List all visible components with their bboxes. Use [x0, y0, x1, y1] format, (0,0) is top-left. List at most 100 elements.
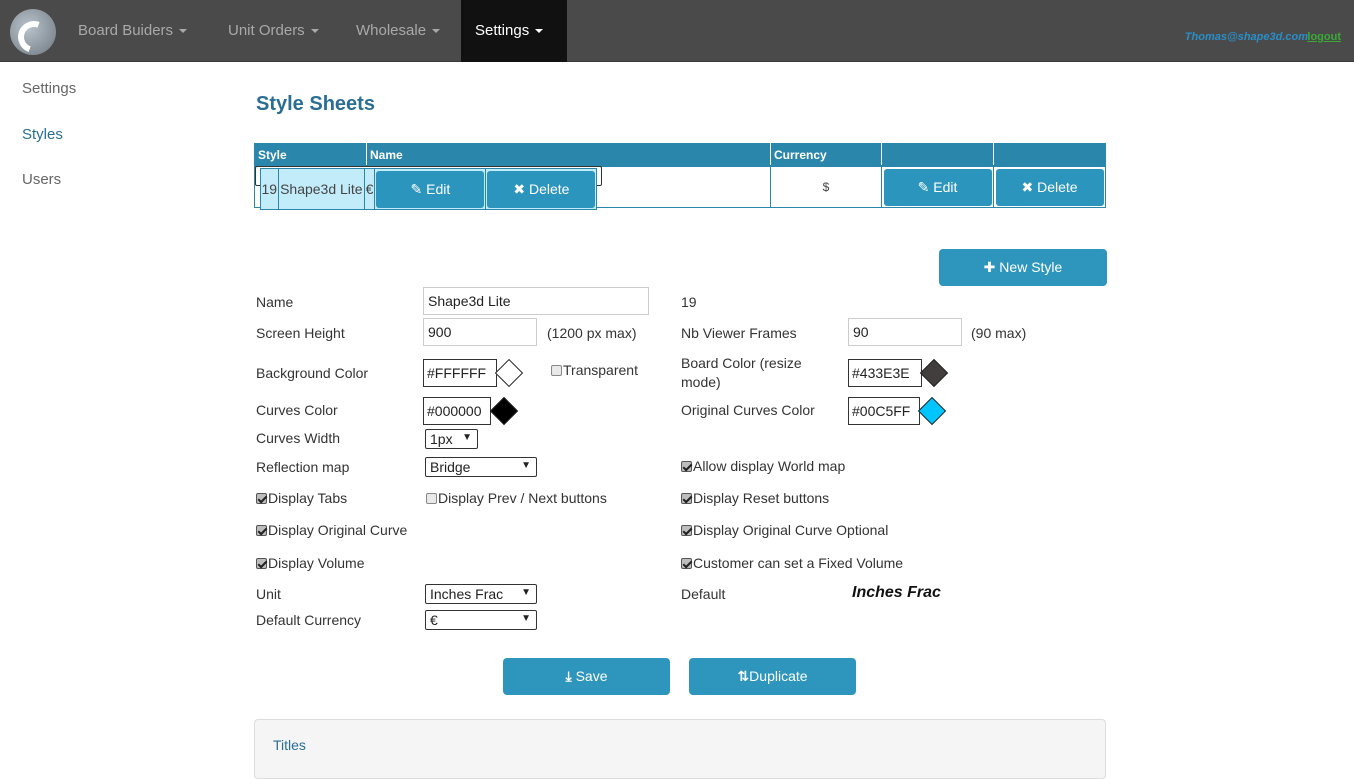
original-curves-color-input[interactable]: #00C5FF — [848, 397, 920, 425]
nav-wholesale[interactable]: Wholesale — [342, 0, 454, 62]
fixed-volume-checkbox[interactable]: Customer can set a Fixed Volume — [681, 555, 903, 571]
logout-link[interactable]: logout — [1307, 0, 1341, 74]
diamond-icon — [494, 358, 524, 388]
display-prev-next-checkbox[interactable]: Display Prev / Next buttons — [426, 490, 607, 506]
top-navbar: Board Buiders Unit Orders Wholesale Sett… — [0, 0, 1354, 62]
display-original-curve-optional-checkbox[interactable]: Display Original Curve Optional — [681, 522, 888, 538]
checkbox-icon — [551, 365, 562, 376]
titles-panel: Titles — [254, 719, 1106, 779]
display-original-curve-optional-label: Display Original Curve Optional — [693, 522, 889, 538]
unit-select[interactable]: Inches Frac ▼ — [425, 584, 537, 604]
cell-name: Shape3d Lite — [278, 168, 365, 210]
table-row[interactable]: 19 Shape3d Lite € ✎ Edit ✖ Delete — [254, 166, 603, 210]
cell-edit: ✎ Edit — [374, 168, 487, 210]
board-color-swatch[interactable] — [919, 358, 949, 388]
checkbox-checked-icon — [681, 558, 692, 569]
display-tabs-label: Display Tabs — [268, 490, 348, 506]
diamond-icon — [919, 358, 949, 388]
display-reset-checkbox[interactable]: Display Reset buttons — [681, 490, 829, 506]
chevron-down-icon — [432, 29, 441, 34]
download-icon: ⤓ — [565, 668, 572, 684]
reflection-map-select[interactable]: Bridge ▼ — [425, 457, 537, 477]
reflection-map-label: Reflection map — [256, 459, 350, 475]
transparent-checkbox[interactable]: Transparent — [551, 362, 638, 378]
sidebar-item-users[interactable]: Users — [22, 171, 61, 188]
nav-label: Settings — [475, 22, 530, 39]
dropdown-arrow-icon: ▼ — [521, 587, 531, 598]
shape3d-logo-icon[interactable] — [10, 9, 56, 55]
titles-panel-heading[interactable]: Titles — [273, 737, 306, 753]
checkbox-checked-icon — [681, 525, 692, 536]
cell-delete: ✖ Delete — [993, 166, 1106, 208]
diamond-icon — [917, 396, 947, 426]
edit-icon: ✎ — [410, 180, 423, 197]
default-unit-value: Inches Frac — [852, 584, 941, 601]
nav-board-builders[interactable]: Board Buiders — [64, 0, 201, 62]
new-style-button[interactable]: ✚ New Style — [939, 249, 1107, 286]
checkbox-checked-icon — [681, 493, 692, 504]
close-icon: ✖ — [1021, 178, 1034, 195]
curves-color-input[interactable]: #000000 — [423, 397, 491, 425]
header-style: Style — [254, 143, 367, 166]
original-curves-color-swatch[interactable] — [917, 396, 947, 426]
checkbox-checked-icon — [256, 493, 267, 504]
name-label: Name — [256, 294, 294, 310]
default-currency-label: Default Currency — [256, 612, 362, 628]
nav-unit-orders[interactable]: Unit Orders — [214, 0, 333, 62]
dropdown-arrow-icon: ▼ — [521, 460, 531, 471]
display-original-curve-checkbox[interactable]: Display Original Curve — [256, 522, 407, 538]
sidebar-item-settings[interactable]: Settings — [22, 80, 76, 97]
delete-button[interactable]: ✖ Delete — [995, 168, 1104, 206]
chevron-down-icon — [310, 29, 319, 34]
default-label: Default — [681, 586, 726, 602]
board-color-input[interactable]: #433E3E — [848, 359, 922, 387]
unit-label: Unit — [256, 586, 281, 602]
user-email[interactable]: Thomas@shape3d.com — [1185, 0, 1308, 74]
display-volume-label: Display Volume — [268, 555, 365, 571]
display-volume-checkbox[interactable]: Display Volume — [256, 555, 365, 571]
default-currency-select[interactable]: € ▼ — [425, 610, 537, 630]
cell-currency: $ — [770, 166, 882, 208]
curves-width-label: Curves Width — [256, 430, 341, 446]
checkbox-icon — [426, 493, 437, 504]
background-color-swatch[interactable] — [494, 358, 524, 388]
fixed-volume-label: Customer can set a Fixed Volume — [693, 555, 904, 571]
delete-button[interactable]: ✖ Delete — [487, 170, 596, 208]
display-prev-next-label: Display Prev / Next buttons — [438, 490, 607, 506]
nav-settings[interactable]: Settings — [461, 0, 567, 62]
viewer-frames-input[interactable]: 90 — [848, 318, 962, 346]
save-label: Save — [575, 668, 608, 684]
background-color-label: Background Color — [256, 365, 369, 381]
viewer-frames-label: Nb Viewer Frames — [681, 325, 797, 341]
header-name: Name — [366, 143, 771, 166]
curves-width-select[interactable]: 1px ▼ — [425, 429, 478, 449]
nav-label: Unit Orders — [228, 22, 305, 39]
viewer-frames-hint: (90 max) — [971, 325, 1027, 341]
new-style-label: New Style — [999, 259, 1063, 275]
edit-button[interactable]: ✎ Edit — [883, 168, 992, 206]
cell-edit: ✎ Edit — [881, 166, 994, 208]
curves-color-swatch[interactable] — [489, 396, 519, 426]
edit-button[interactable]: ✎ Edit — [376, 170, 485, 208]
cell-currency: € — [363, 168, 376, 210]
nav-label: Wholesale — [356, 22, 427, 39]
checkbox-checked-icon — [681, 461, 692, 472]
select-value: 1px — [430, 431, 453, 447]
select-value: € — [430, 612, 438, 628]
display-tabs-checkbox[interactable]: Display Tabs — [256, 490, 347, 506]
duplicate-button[interactable]: ⇅Duplicate — [689, 658, 856, 695]
save-button[interactable]: ⤓ Save — [503, 658, 670, 695]
sidebar-item-styles[interactable]: Styles — [22, 126, 63, 143]
screen-height-input[interactable]: 900 — [423, 318, 537, 346]
dropdown-arrow-icon: ▼ — [462, 432, 472, 443]
header-delete — [993, 143, 1106, 166]
table-header-row: Style Name Currency — [254, 143, 1106, 166]
allow-world-map-checkbox[interactable]: Allow display World map — [681, 458, 845, 474]
name-input[interactable]: Shape3d Lite — [423, 287, 649, 315]
diamond-icon — [489, 396, 519, 426]
page-title: Style Sheets — [256, 93, 375, 115]
header-edit — [881, 143, 994, 166]
background-color-input[interactable]: #FFFFFF — [423, 359, 497, 387]
style-id-value: 19 — [681, 294, 697, 310]
delete-label: Delete — [1037, 178, 1078, 195]
